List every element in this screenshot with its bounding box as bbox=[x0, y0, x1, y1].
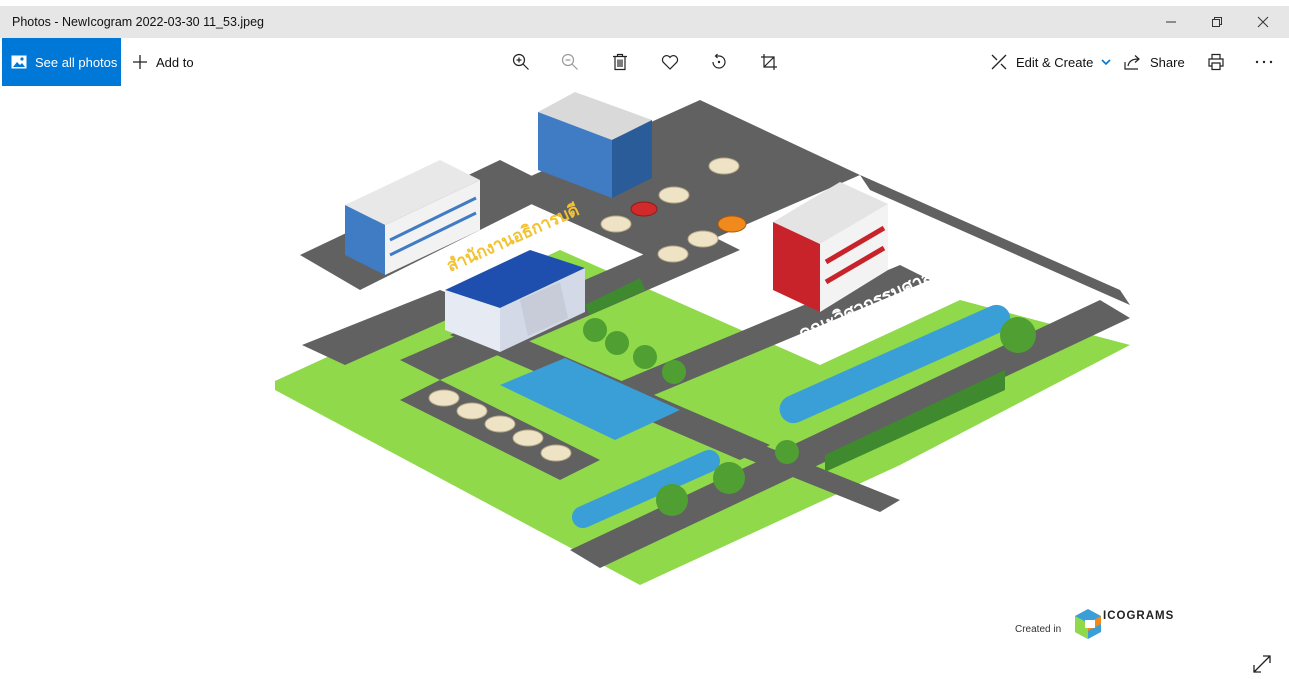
favorite-icon bbox=[661, 55, 679, 70]
more-icon bbox=[1255, 60, 1273, 64]
rotate-icon bbox=[712, 53, 726, 69]
toolbar: See all photos Add to Edit & Create Shar… bbox=[0, 38, 1289, 86]
watermark-brand: ICOGRAMS bbox=[1103, 610, 1175, 622]
icograms-logo-icon bbox=[1075, 609, 1101, 639]
minimize-button[interactable] bbox=[1148, 6, 1194, 38]
edit-create-label: Edit & Create bbox=[1016, 54, 1094, 70]
photos-icon bbox=[11, 55, 27, 69]
plus-icon bbox=[133, 55, 147, 69]
favorite-button[interactable] bbox=[658, 50, 682, 74]
share-icon bbox=[1124, 55, 1140, 70]
minimize-icon bbox=[1166, 21, 1176, 23]
close-icon bbox=[1257, 16, 1269, 28]
close-button[interactable] bbox=[1240, 6, 1286, 38]
zoom-in-icon bbox=[512, 53, 529, 70]
more-button[interactable] bbox=[1252, 50, 1276, 74]
edit-create-icon bbox=[991, 54, 1007, 70]
photo-canvas: สำนักงานอธิการบดี คณะวิศวกรรมศาสตร์ bbox=[275, 92, 1130, 585]
watermark-prefix: Created in bbox=[1015, 624, 1062, 635]
see-all-photos-button[interactable]: See all photos bbox=[2, 38, 121, 86]
restore-icon bbox=[1212, 17, 1222, 27]
see-all-label: See all photos bbox=[35, 54, 118, 70]
crop-icon bbox=[761, 54, 777, 70]
zoom-in-button[interactable] bbox=[509, 50, 533, 74]
edit-create-button[interactable]: Edit & Create bbox=[990, 38, 1111, 86]
delete-icon bbox=[613, 53, 627, 71]
add-to-button[interactable]: Add to bbox=[132, 38, 194, 86]
rotate-button[interactable] bbox=[707, 50, 731, 74]
chevron-down-icon bbox=[1101, 59, 1111, 66]
title-bar: Photos - NewIcogram 2022-03-30 11_53.jpe… bbox=[0, 6, 1289, 38]
print-button[interactable] bbox=[1204, 50, 1228, 74]
print-icon bbox=[1208, 53, 1224, 71]
icograms-watermark: Created in ICOGRAMS bbox=[1015, 604, 1195, 644]
zoom-out-icon bbox=[561, 53, 578, 70]
add-to-label: Add to bbox=[156, 54, 194, 70]
fullscreen-button[interactable] bbox=[1252, 654, 1274, 676]
share-label: Share bbox=[1150, 54, 1185, 70]
zoom-out-button[interactable] bbox=[558, 50, 582, 74]
share-button[interactable]: Share bbox=[1124, 38, 1185, 86]
restore-button[interactable] bbox=[1194, 6, 1240, 38]
crop-button[interactable] bbox=[757, 50, 781, 74]
expand-icon bbox=[1253, 655, 1271, 673]
delete-button[interactable] bbox=[608, 50, 632, 74]
window-title: Photos - NewIcogram 2022-03-30 11_53.jpe… bbox=[12, 15, 265, 29]
